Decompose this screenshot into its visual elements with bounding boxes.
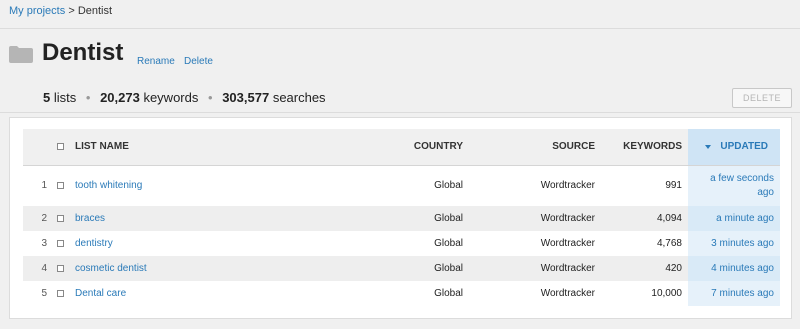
updated-cell: a few seconds ago xyxy=(688,165,780,206)
row-number-header xyxy=(23,129,51,166)
row-checkbox-cell xyxy=(51,281,69,306)
country-cell: Global xyxy=(339,206,469,231)
row-checkbox-cell xyxy=(51,231,69,256)
column-header-list-name[interactable]: LIST NAME xyxy=(69,129,339,166)
source-cell: Wordtracker xyxy=(540,238,595,249)
lists-count: 5 xyxy=(43,90,51,105)
summary-divider xyxy=(0,112,800,113)
updated-cell: 3 minutes ago xyxy=(688,231,780,256)
lists-label: lists xyxy=(53,90,77,105)
table-row: 1 tooth whitening Global Wordtracker 991… xyxy=(23,165,780,206)
list-name-link[interactable]: tooth whitening xyxy=(75,180,142,191)
delete-project-link[interactable]: Delete xyxy=(184,56,213,67)
keywords-cell: 991 xyxy=(665,180,682,192)
delete-lists-button[interactable]: DELETE xyxy=(732,88,792,108)
country-cell: Global xyxy=(434,180,463,192)
row-number: 4 xyxy=(23,256,51,281)
table-row: 2 braces Global Wordtracker 4,094 a minu… xyxy=(23,206,780,231)
row-checkbox-cell xyxy=(51,256,69,281)
updated-time: 7 minutes ago xyxy=(711,287,774,299)
separator-dot: • xyxy=(208,90,213,105)
source-cell: Wordtracker xyxy=(469,256,601,281)
table-row: 3 dentistry Global Wordtracker 4,768 3 m… xyxy=(23,231,780,256)
source-cell: Wordtracker xyxy=(540,288,595,299)
keywords-count: 20,273 xyxy=(100,90,140,105)
updated-time: a minute ago xyxy=(716,212,774,224)
header-divider xyxy=(0,28,800,29)
keywords-label: keywords xyxy=(143,90,199,105)
list-name-link[interactable]: dentistry xyxy=(75,238,113,249)
row-checkbox[interactable] xyxy=(56,239,64,247)
row-checkbox[interactable] xyxy=(56,289,64,297)
updated-time: 3 minutes ago xyxy=(711,237,774,249)
table-row: 4 cosmetic dentist Global Wordtracker 42… xyxy=(23,256,780,281)
list-name-link[interactable]: braces xyxy=(75,213,105,224)
row-checkbox-cell xyxy=(51,206,69,231)
table-row: 5 Dental care Global Wordtracker 10,000 … xyxy=(23,281,780,306)
lists-panel: LIST NAME COUNTRY SOURCE KEYWORDS UPDATE… xyxy=(9,117,792,319)
list-name-link[interactable]: Dental care xyxy=(75,288,126,299)
column-header-keywords[interactable]: KEYWORDS xyxy=(601,129,688,166)
rename-link[interactable]: Rename xyxy=(137,56,175,67)
folder-icon xyxy=(9,46,33,63)
source-cell: Wordtracker xyxy=(540,180,595,192)
searches-count: 303,577 xyxy=(222,90,270,105)
select-all-checkbox[interactable] xyxy=(56,143,64,151)
source-cell: Wordtracker xyxy=(469,206,601,231)
country-cell: Global xyxy=(339,256,469,281)
list-name-cell: tooth whitening xyxy=(69,165,339,206)
keywords-cell: 4,094 xyxy=(601,206,688,231)
list-name-link[interactable]: cosmetic dentist xyxy=(75,263,147,274)
row-checkbox-cell xyxy=(51,165,69,206)
country-cell: Global xyxy=(434,288,463,299)
column-header-source[interactable]: SOURCE xyxy=(469,129,601,166)
keywords-cell: 420 xyxy=(601,256,688,281)
keywords-cell: 4,768 xyxy=(656,238,682,249)
updated-header-label: UPDATED xyxy=(720,141,768,153)
column-header-updated[interactable]: UPDATED xyxy=(688,129,780,166)
sort-descending-icon xyxy=(705,144,712,149)
row-number: 5 xyxy=(41,288,47,299)
updated-cell: 7 minutes ago xyxy=(688,281,780,306)
country-cell: Global xyxy=(434,238,463,249)
breadcrumb-separator: > xyxy=(68,5,75,17)
separator-dot: • xyxy=(85,90,91,105)
updated-time: a few seconds ago xyxy=(710,172,774,198)
page-title: Dentist xyxy=(42,39,124,66)
column-header-country[interactable]: COUNTRY xyxy=(339,129,469,166)
lists-table: LIST NAME COUNTRY SOURCE KEYWORDS UPDATE… xyxy=(23,129,780,306)
project-summary: 5 lists • 20,273 keywords • 303,577 sear… xyxy=(43,90,326,105)
row-number: 1 xyxy=(41,180,47,192)
breadcrumb-current: Dentist xyxy=(77,5,113,17)
row-checkbox[interactable] xyxy=(56,264,64,272)
keywords-cell: 10,000 xyxy=(651,288,682,299)
row-number: 3 xyxy=(41,238,47,249)
row-checkbox[interactable] xyxy=(56,214,64,222)
select-all-header xyxy=(51,129,69,166)
updated-time: 4 minutes ago xyxy=(711,262,774,274)
updated-cell: 4 minutes ago xyxy=(688,256,780,281)
table-header-row: LIST NAME COUNTRY SOURCE KEYWORDS UPDATE… xyxy=(23,129,780,166)
breadcrumb: My projects > Dentist xyxy=(9,5,112,17)
list-name-cell: dentistry xyxy=(69,231,339,256)
searches-label: searches xyxy=(272,90,326,105)
list-name-cell: Dental care xyxy=(69,281,339,306)
row-number: 2 xyxy=(23,206,51,231)
row-checkbox[interactable] xyxy=(56,182,64,190)
list-name-cell: cosmetic dentist xyxy=(69,256,339,281)
breadcrumb-my-projects-link[interactable]: My projects xyxy=(9,5,65,17)
list-name-cell: braces xyxy=(69,206,339,231)
updated-cell: a minute ago xyxy=(688,206,780,231)
